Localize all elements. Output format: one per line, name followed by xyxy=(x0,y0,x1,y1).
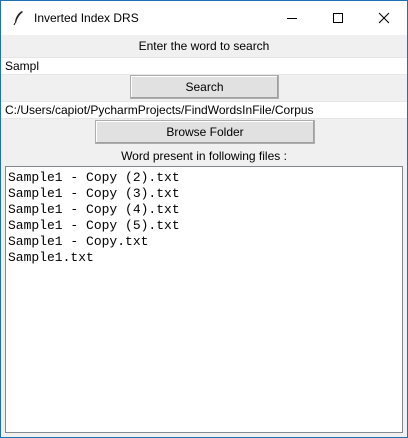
close-icon xyxy=(378,12,390,24)
close-button[interactable] xyxy=(361,1,407,35)
results-header-label: Word present in following files : xyxy=(121,149,287,163)
search-button[interactable]: Search xyxy=(130,75,279,99)
title-bar[interactable]: Inverted Index DRS xyxy=(1,1,407,35)
feather-icon xyxy=(11,10,27,26)
minimize-icon xyxy=(287,18,297,19)
results-listbox[interactable]: Sample1 - Copy (2).txt Sample1 - Copy (3… xyxy=(5,166,403,433)
minimize-button[interactable] xyxy=(269,1,315,35)
maximize-icon xyxy=(333,13,343,23)
list-item[interactable]: Sample1 - Copy (3).txt xyxy=(8,186,402,202)
window-title: Inverted Index DRS xyxy=(34,11,139,25)
app-window: Inverted Index DRS Enter the word to sea… xyxy=(0,0,408,438)
list-item[interactable]: Sample1 - Copy (2).txt xyxy=(8,170,402,186)
list-item[interactable]: Sample1 - Copy (5).txt xyxy=(8,218,402,234)
list-item[interactable]: Sample1 - Copy.txt xyxy=(8,234,402,250)
search-prompt-label: Enter the word to search xyxy=(138,39,270,53)
list-item[interactable]: Sample1 - Copy (4).txt xyxy=(8,202,402,218)
list-item[interactable]: Sample1.txt xyxy=(8,250,402,266)
search-input[interactable]: Sampl xyxy=(1,57,407,75)
folder-path-input[interactable]: C:/Users/capiot/PycharmProjects/FindWord… xyxy=(1,101,407,119)
browse-folder-button[interactable]: Browse Folder xyxy=(95,120,315,144)
maximize-button[interactable] xyxy=(315,1,361,35)
